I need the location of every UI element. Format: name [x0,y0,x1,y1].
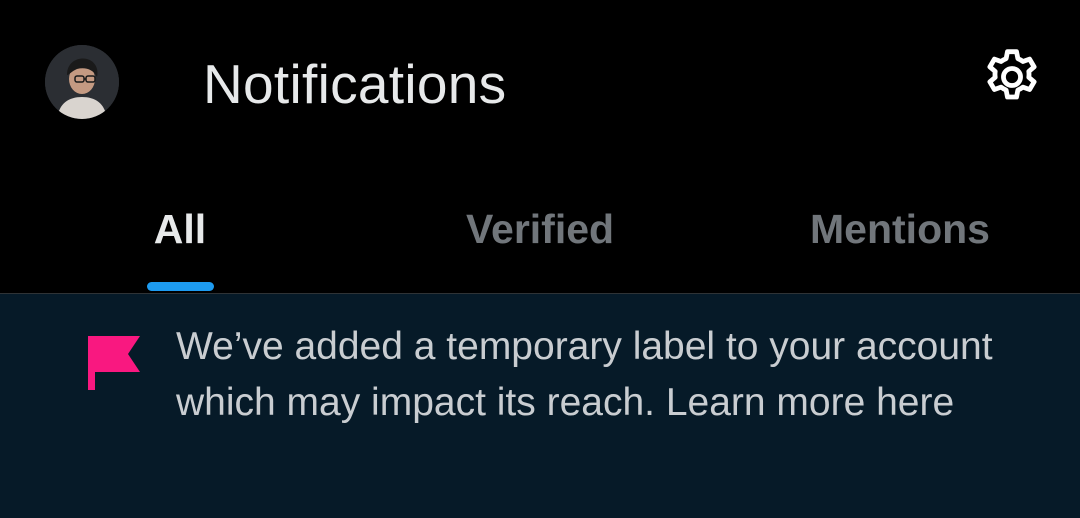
banner-message: We’ve added a temporary label to your ac… [176,325,993,424]
tab-label: Mentions [810,206,990,252]
user-avatar-icon[interactable] [45,45,119,119]
gear-icon[interactable] [980,45,1044,109]
tab-mentions[interactable]: Mentions [720,165,1080,293]
tab-label: Verified [465,206,615,252]
tab-label: All [153,206,207,252]
tab-verified[interactable]: Verified [360,165,720,293]
active-tab-indicator [147,282,214,291]
notification-tabs: All Verified Mentions [0,165,1080,294]
top-app-bar: Notifications [0,0,1080,165]
tab-all[interactable]: All [0,165,360,293]
account-label-banner[interactable]: We’ve added a temporary label to your ac… [0,294,1080,518]
page-title: Notifications [203,53,507,115]
flag-icon [86,334,142,392]
